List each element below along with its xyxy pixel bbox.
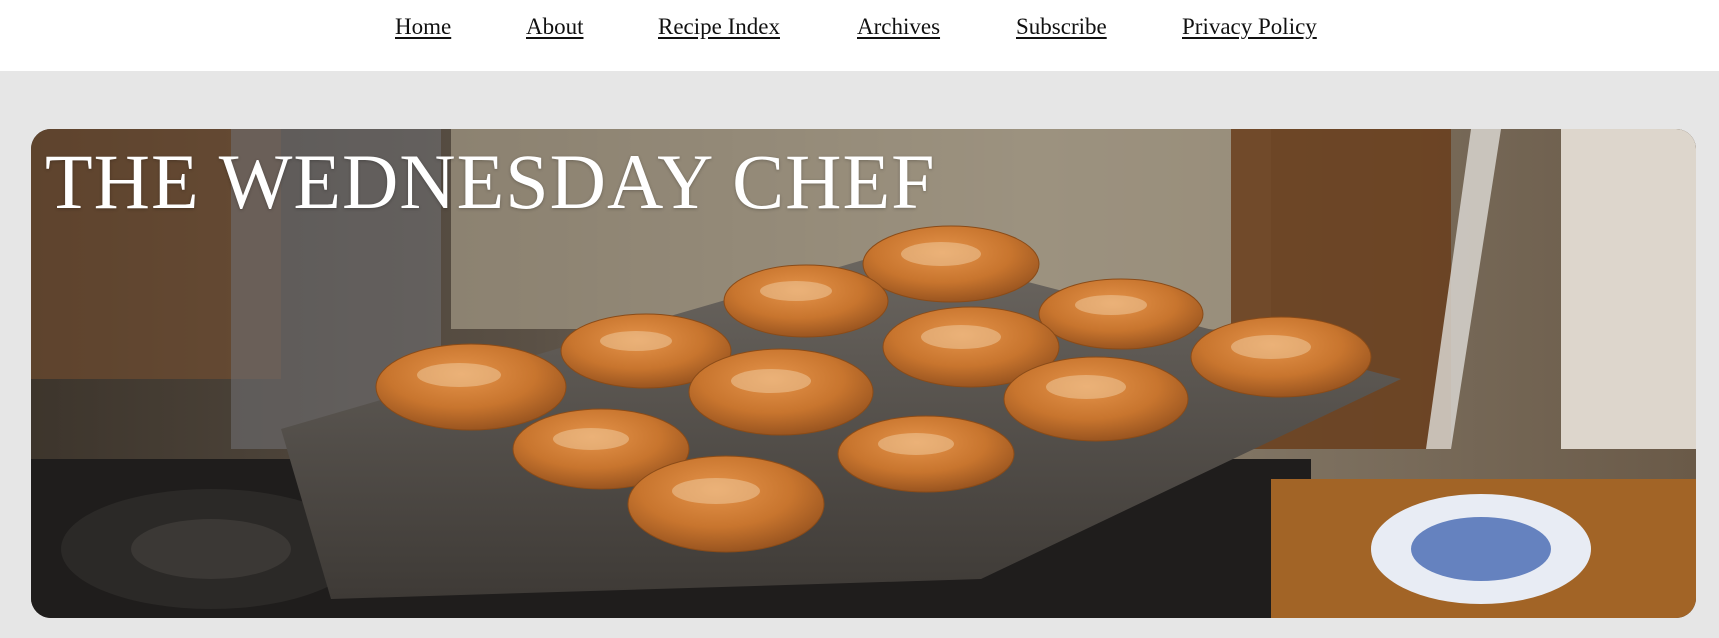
site-title[interactable]: THE WEDNESDAY CHEF (45, 143, 935, 221)
nav-link-about[interactable]: About (526, 14, 584, 39)
header-banner[interactable]: THE WEDNESDAY CHEF (31, 129, 1696, 618)
nav-link-recipe-index[interactable]: Recipe Index (658, 14, 780, 39)
nav-item-about: About (526, 14, 584, 40)
nav-item-recipe-index: Recipe Index (658, 14, 780, 40)
nav-item-archives: Archives (857, 14, 940, 40)
nav-link-subscribe[interactable]: Subscribe (1016, 14, 1107, 39)
nav-item-subscribe: Subscribe (1016, 14, 1107, 40)
nav-item-privacy-policy: Privacy Policy (1182, 14, 1317, 40)
nav-item-home: Home (395, 14, 451, 40)
top-navigation: Home About Recipe Index Archives Subscri… (0, 0, 1719, 71)
nav-link-privacy-policy[interactable]: Privacy Policy (1182, 14, 1317, 39)
nav-link-home[interactable]: Home (395, 14, 451, 39)
nav-menu: Home About Recipe Index Archives Subscri… (0, 0, 1719, 60)
nav-link-archives[interactable]: Archives (857, 14, 940, 39)
